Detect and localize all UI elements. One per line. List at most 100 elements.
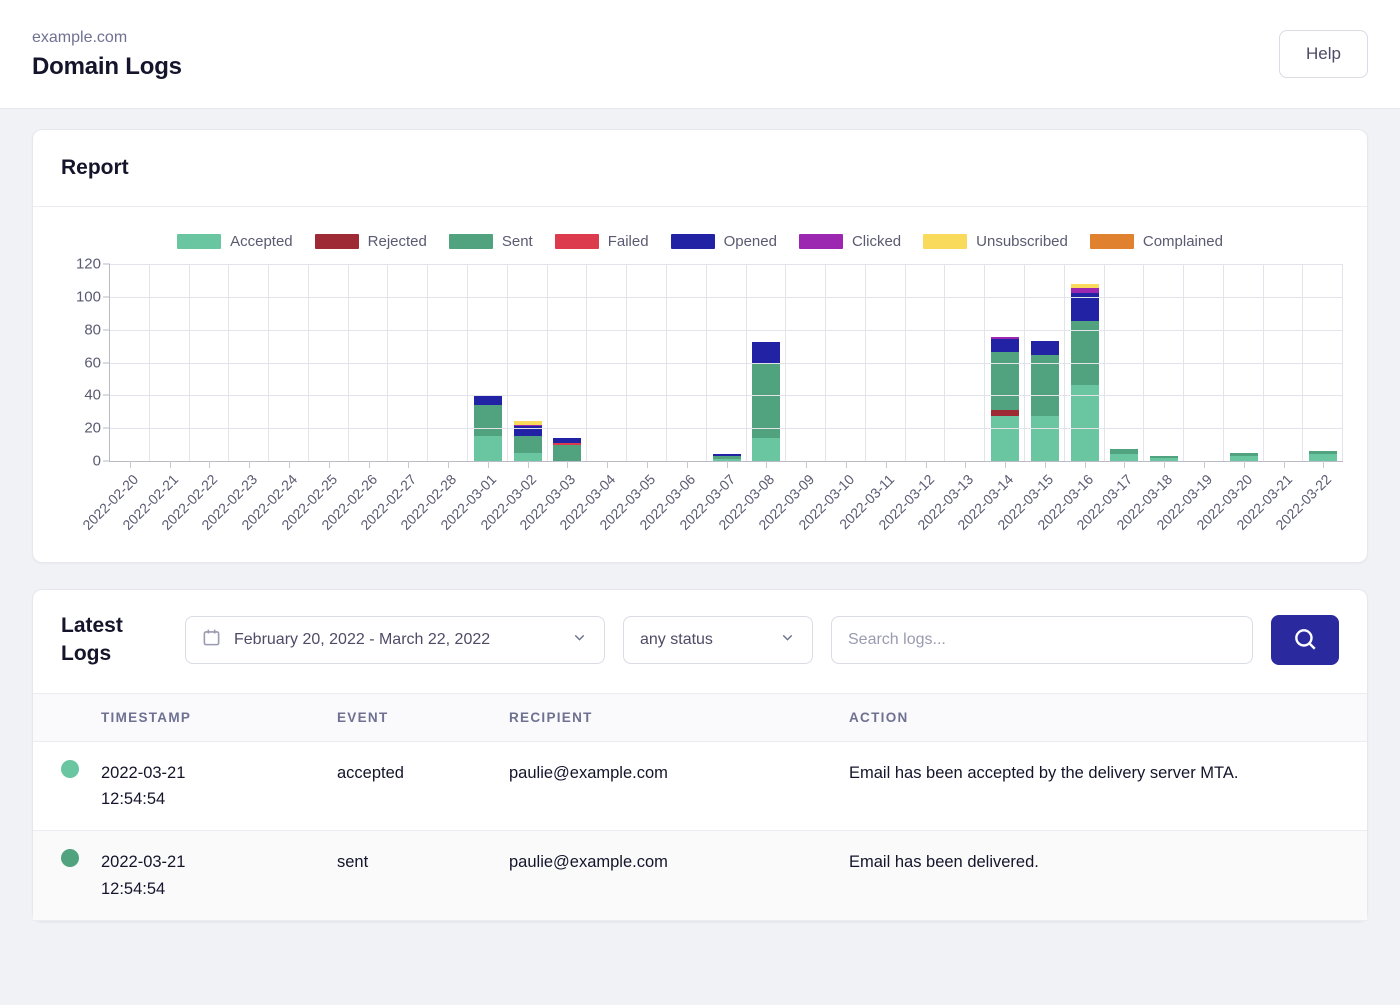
cell-timestamp: 2022-03-2112:54:54 xyxy=(89,831,329,921)
legend-label: Failed xyxy=(608,233,649,250)
x-axis-tick xyxy=(1045,461,1046,468)
brand-block: example.com Domain Logs xyxy=(32,27,182,80)
chart-plot-area: 2022-02-202022-02-212022-02-222022-02-23… xyxy=(109,264,1343,462)
chart-bar-segment-sent xyxy=(1031,355,1059,416)
date-range-picker[interactable]: February 20, 2022 - March 22, 2022 xyxy=(185,616,605,664)
chart-bar[interactable] xyxy=(991,337,1019,461)
chart-bar[interactable] xyxy=(713,454,741,461)
x-axis-tick xyxy=(1323,461,1324,468)
table-row[interactable]: 2022-03-2112:54:54acceptedpaulie@example… xyxy=(33,741,1367,831)
legend-label: Opened xyxy=(724,233,777,250)
y-axis-tick xyxy=(103,461,110,462)
page-content: Report AcceptedRejectedSentFailedOpenedC… xyxy=(0,109,1400,922)
column-header-recipient: RECIPIENT xyxy=(501,694,841,742)
chart-bar-segment-accepted xyxy=(1309,454,1337,461)
chart-bar-segment-sent xyxy=(474,405,502,436)
chart-bar[interactable] xyxy=(1071,284,1099,461)
status-dot-icon xyxy=(61,760,79,778)
x-axis-tick xyxy=(528,461,529,468)
table-row[interactable]: 2022-03-2112:54:54sentpaulie@example.com… xyxy=(33,831,1367,921)
y-axis-label: 40 xyxy=(84,387,101,404)
report-card-body: AcceptedRejectedSentFailedOpenedClickedU… xyxy=(33,207,1367,562)
column-header-status xyxy=(33,694,89,742)
legend-swatch-icon xyxy=(315,234,359,249)
logs-table-body: 2022-03-2112:54:54acceptedpaulie@example… xyxy=(33,741,1367,921)
chart-bar[interactable] xyxy=(1110,449,1138,461)
legend-item-rejected: Rejected xyxy=(315,233,427,250)
chart-bar-segment-accepted xyxy=(1071,385,1099,461)
search-button[interactable] xyxy=(1271,615,1339,665)
legend-swatch-icon xyxy=(555,234,599,249)
chart-gridline xyxy=(110,330,1343,331)
legend-swatch-icon xyxy=(923,234,967,249)
status-dot-icon xyxy=(61,849,79,867)
chart-bar-segment-rejected xyxy=(991,410,1019,417)
x-axis-tick xyxy=(926,461,927,468)
chart-gridline xyxy=(110,264,1343,265)
legend-swatch-icon xyxy=(177,234,221,249)
logs-title: Latest Logs xyxy=(61,612,167,669)
cell-timestamp: 2022-03-2112:54:54 xyxy=(89,741,329,831)
status-badge xyxy=(33,741,89,831)
legend-item-accepted: Accepted xyxy=(177,233,293,250)
chart-bar-segment-accepted xyxy=(991,416,1019,461)
cell-recipient: paulie@example.com xyxy=(501,831,841,921)
x-axis-tick xyxy=(727,461,728,468)
legend-label: Accepted xyxy=(230,233,293,250)
search-icon xyxy=(1292,626,1318,655)
chart-bar-segment-accepted xyxy=(1110,454,1138,461)
report-card: Report AcceptedRejectedSentFailedOpenedC… xyxy=(32,129,1368,563)
legend-label: Rejected xyxy=(368,233,427,250)
y-axis-tick xyxy=(103,329,110,330)
date-range-value: February 20, 2022 - March 22, 2022 xyxy=(234,631,490,649)
timestamp-date: 2022-03-21 xyxy=(101,849,321,875)
x-axis-tick xyxy=(1164,461,1165,468)
help-button[interactable]: Help xyxy=(1279,30,1368,78)
y-axis-label: 60 xyxy=(84,354,101,371)
x-axis-tick xyxy=(806,461,807,468)
x-axis-tick xyxy=(687,461,688,468)
y-axis-label: 80 xyxy=(84,321,101,338)
legend-label: Complained xyxy=(1143,233,1223,250)
x-axis-tick xyxy=(1244,461,1245,468)
chart-bar-segment-opened xyxy=(1031,341,1059,356)
legend-item-opened: Opened xyxy=(671,233,777,250)
chart-gridline xyxy=(110,297,1343,298)
chart-bar[interactable] xyxy=(1230,453,1258,461)
x-axis-tick xyxy=(1085,461,1086,468)
x-axis-tick xyxy=(408,461,409,468)
y-axis-tick xyxy=(103,296,110,297)
chart-bar-segment-opened xyxy=(752,342,780,363)
search-input[interactable] xyxy=(831,616,1253,664)
status-filter-select[interactable]: any status xyxy=(623,616,813,664)
column-header-timestamp: TIMESTAMP xyxy=(89,694,329,742)
chart-gridline xyxy=(110,428,1343,429)
y-axis-tick xyxy=(103,395,110,396)
y-axis-tick xyxy=(103,428,110,429)
table-header-row: TIMESTAMP EVENT RECIPIENT ACTION xyxy=(33,694,1367,742)
legend-item-sent: Sent xyxy=(449,233,533,250)
cell-action: Email has been accepted by the delivery … xyxy=(841,741,1367,831)
chart-bar-segment-sent xyxy=(553,445,581,462)
chart-bar[interactable] xyxy=(553,438,581,461)
x-axis-tick xyxy=(209,461,210,468)
chevron-down-icon xyxy=(571,629,588,651)
y-axis-label: 20 xyxy=(84,420,101,437)
chart-legend: AcceptedRejectedSentFailedOpenedClickedU… xyxy=(57,221,1343,264)
legend-swatch-icon xyxy=(671,234,715,249)
chart-bar[interactable] xyxy=(1309,451,1337,461)
chart-bar[interactable] xyxy=(1031,341,1059,461)
legend-item-unsubscribed: Unsubscribed xyxy=(923,233,1068,250)
latest-logs-card: Latest Logs February 20, 2022 - March 22… xyxy=(32,589,1368,922)
domain-name: example.com xyxy=(32,27,182,49)
chart-bar[interactable] xyxy=(752,342,780,461)
legend-swatch-icon xyxy=(1090,234,1134,249)
logs-toolbar: Latest Logs February 20, 2022 - March 22… xyxy=(33,590,1367,694)
calendar-icon xyxy=(202,628,221,652)
report-chart: 2022-02-202022-02-212022-02-222022-02-23… xyxy=(57,264,1343,544)
timestamp-time: 12:54:54 xyxy=(101,786,321,812)
status-filter-value: any status xyxy=(640,631,713,649)
legend-label: Sent xyxy=(502,233,533,250)
chart-gridline xyxy=(110,395,1343,396)
x-axis-tick xyxy=(249,461,250,468)
